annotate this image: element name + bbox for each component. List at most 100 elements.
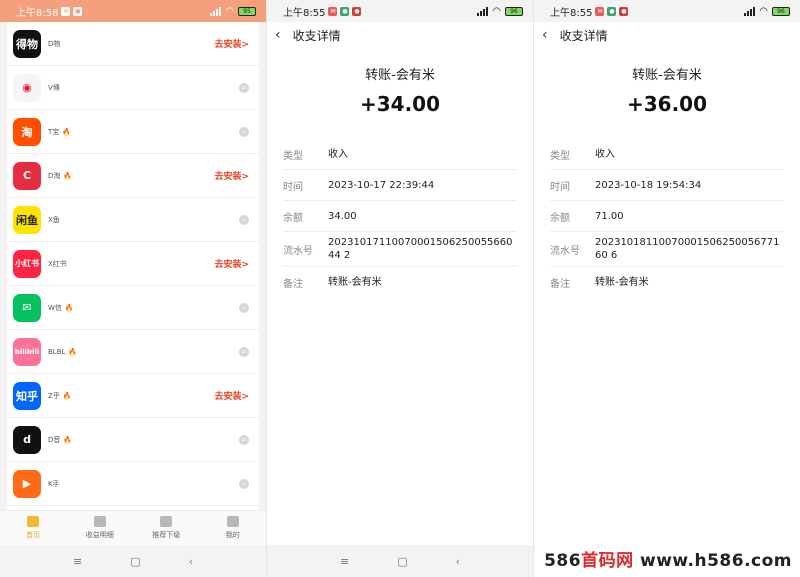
app-list: 得物 D物 去安装> ◉ V博 ✓ 淘 T宝 🔥 ✓ C D淘 🔥 去安装> 闲鱼 X鱼 ✓ 小红书 X红书 去安装>… [0,22,266,510]
app-name: D音 [48,435,61,444]
tab-label: 收益明细 [85,531,114,539]
app-row[interactable]: d D音 🔥 ✓ [7,418,259,462]
app-logo-icon: C [13,161,41,190]
app-logo-icon: 淘 [13,117,41,146]
installed-check-icon: ✓ [239,82,249,93]
back-arrow-icon[interactable]: ‹ [542,27,548,43]
detail-label: 备注 [550,279,570,290]
install-button[interactable]: 去安装> [214,389,249,402]
app-name-wrap: Z乎 🔥 [48,391,214,401]
app-name: Z乎 [48,391,60,400]
tab-item[interactable]: 首页 [0,511,67,545]
installed-check-icon: ✓ [239,434,249,445]
hot-icon: 🔥 [62,391,72,400]
installed-check-icon: ✓ [239,126,249,137]
tab-icon [160,516,173,527]
detail-label: 余额 [283,212,303,224]
app-name-wrap: W信 🔥 [48,303,239,313]
detail-label: 流水号 [283,245,313,257]
tab-icon [93,516,106,527]
app-name-wrap: X鱼 [48,215,239,225]
home-icon[interactable]: ▢ [130,555,140,568]
app-name-wrap: D淘 🔥 [48,171,214,181]
transaction-title: 转账-会有米 [365,68,435,83]
detail-row: 类型 收入 [550,139,784,170]
detail-row: 流水号 2023101811007000150625005677160 6 [550,232,784,267]
app-name-wrap: K手 [48,479,239,489]
system-nav-bar: ≡ ▢ ‹ [267,545,533,577]
detail-row: 备注 转账-会有米 [550,267,784,298]
installed-check-icon: ✓ [239,478,249,489]
tab-label: 我的 [225,531,240,539]
site-watermark: 586首码网 www.h586.com [544,551,792,571]
detail-label: 余额 [550,212,570,224]
app-row[interactable]: ◉ V博 ✓ [7,66,259,110]
wifi-icon: ◠ [759,5,768,17]
app-name: X红书 [48,259,67,268]
battery-icon: 95 [238,6,256,16]
app-row[interactable]: 淘 T宝 🔥 ✓ [7,110,259,154]
app-name: V博 [48,83,60,92]
app-row[interactable]: 闲鱼 X鱼 ✓ [7,198,259,242]
back-icon[interactable]: ‹ [456,555,460,568]
app-name: K手 [48,479,60,488]
menu-icon[interactable]: ≡ [340,555,349,568]
notification-icon: ✉ [61,6,71,16]
back-icon[interactable]: ‹ [189,555,193,568]
home-icon[interactable]: ▢ [397,555,407,568]
page-title: 收支详情 [559,28,608,43]
menu-icon[interactable]: ≡ [73,555,82,568]
detail-label: 类型 [283,150,303,162]
battery-icon: 96 [772,6,790,16]
tab-label: 首页 [26,531,41,539]
app-list-screen: 上午8:58 ✉ ● ◠ 95 得物 D物 去安装> ◉ V博 ✓ 淘 T宝 🔥 ✓ C D淘 🔥 去安装… [0,0,266,577]
detail-value: 2023-10-17 22:39:44 [328,179,435,191]
app-row[interactable]: C D淘 🔥 去安装> [7,154,259,198]
transaction-amount: +36.00 [626,92,708,116]
app-row[interactable]: 知乎 Z乎 🔥 去安装> [7,374,259,418]
detail-row: 时间 2023-10-18 19:54:34 [550,170,784,201]
app-name-wrap: X红书 [48,259,214,269]
status-time: 上午8:55 [550,7,593,19]
tab-icon [226,516,239,527]
app-row[interactable]: 小红书 X红书 去安装> [7,242,259,286]
notification-icon: ● [340,6,350,16]
system-nav-bar: ≡ ▢ ‹ [0,545,266,577]
status-bar: 上午8:58 ✉ ● ◠ 95 [0,0,266,22]
app-logo-icon: 闲鱼 [13,205,41,234]
signal-icon [744,6,756,16]
app-name-wrap: D物 [48,39,214,49]
app-row[interactable]: 得物 D物 去安装> [7,22,259,66]
detail-row: 时间 2023-10-17 22:39:44 [283,170,517,201]
installed-check-icon: ✓ [239,302,249,313]
app-row[interactable]: bilibili BLBL 🔥 ✓ [7,330,259,374]
install-button[interactable]: 去安装> [214,37,249,50]
tab-item[interactable]: 推荐下级 [133,511,200,545]
detail-value: 2023-10-18 19:54:34 [595,179,702,191]
tab-item[interactable]: 收益明细 [67,511,134,545]
status-time: 上午8:58 [16,7,59,19]
tab-item[interactable]: 我的 [200,511,267,545]
app-name-wrap: BLBL 🔥 [48,348,239,356]
install-button[interactable]: 去安装> [214,257,249,270]
transaction-amount: +34.00 [359,92,441,116]
detail-label: 备注 [283,279,303,290]
app-logo-icon: d [13,425,41,454]
tab-bar: 首页 收益明细 推荐下级 我的 [0,510,266,545]
tab-label: 推荐下级 [152,531,181,539]
app-logo-icon: bilibili [13,337,41,366]
back-arrow-icon[interactable]: ‹ [275,27,281,43]
install-button[interactable]: 去安装> [214,169,249,182]
detail-label: 类型 [550,150,570,162]
app-row[interactable]: ✉ W信 🔥 ✓ [7,286,259,330]
hot-icon: 🔥 [63,435,73,444]
detail-screen-1: 上午8:55 ✉ ● ● ◠ 96 ‹ 收支详情 转账-会有米 +34.00 类… [267,0,533,577]
app-logo-icon: 小红书 [13,249,41,278]
app-row[interactable]: ▶ K手 ✓ [7,462,259,506]
detail-value: 34.00 [328,210,357,222]
status-bar: 上午8:55 ✉ ● ● ◠ 96 [534,0,800,22]
app-name: X鱼 [48,215,60,224]
detail-value: 2023101711007000150625005566044 2 [328,237,513,261]
detail-label: 时间 [550,181,570,193]
notification-icon: ● [352,6,362,16]
